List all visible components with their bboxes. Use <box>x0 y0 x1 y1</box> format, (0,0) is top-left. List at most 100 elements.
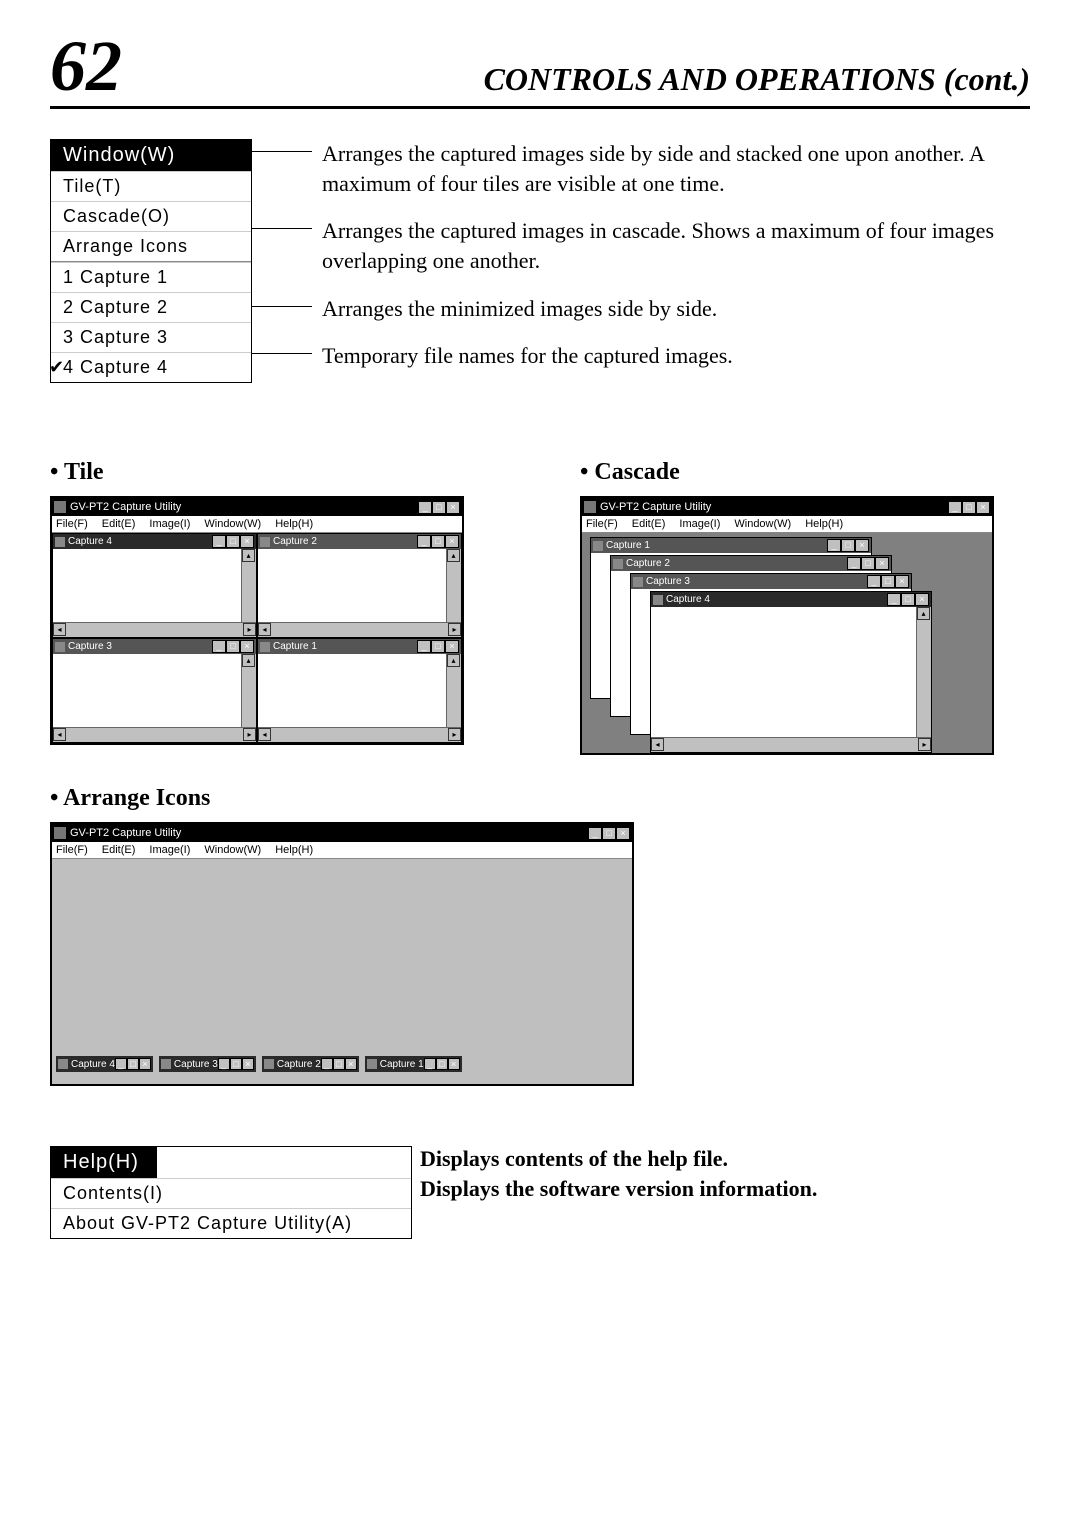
child-maximize[interactable]: □ <box>861 557 875 570</box>
child-maximize[interactable]: □ <box>226 535 240 548</box>
close-button[interactable]: × <box>976 501 990 514</box>
maximize-button[interactable]: □ <box>602 827 616 840</box>
child-title: Capture 3 <box>68 641 212 652</box>
app-title: GV-PT2 Capture Utility <box>70 501 418 513</box>
tile-example-window: GV-PT2 Capture Utility _ □ × File(F) Edi… <box>50 496 464 745</box>
minimize-button[interactable]: _ <box>588 827 602 840</box>
child-maximize[interactable]: □ <box>431 535 445 548</box>
menu-help[interactable]: Help(H) <box>805 518 843 530</box>
desc-tile: Arranges the captured images side by sid… <box>322 141 984 196</box>
minimize-button[interactable]: _ <box>418 501 432 514</box>
child-title: Capture 1 <box>273 641 417 652</box>
menu-image[interactable]: Image(I) <box>149 844 190 856</box>
child-title: Capture 3 <box>646 576 867 587</box>
child-minimize[interactable]: _ <box>212 535 226 548</box>
child-minimize[interactable]: _ <box>212 640 226 653</box>
menubar: File(F) Edit(E) Image(I) Window(W) Help(… <box>52 842 632 859</box>
subheading-arrange: Arrange Icons <box>50 785 1030 812</box>
maximize-button[interactable]: □ <box>962 501 976 514</box>
horizontal-scrollbar[interactable]: ◂▸ <box>53 727 256 742</box>
arrange-example-window: GV-PT2 Capture Utility _ □ × File(F) Edi… <box>50 822 634 1086</box>
menu-item-capture1[interactable]: 1 Capture 1 <box>51 262 251 292</box>
child-maximize[interactable]: □ <box>226 640 240 653</box>
horizontal-scrollbar[interactable]: ◂▸ <box>258 727 461 742</box>
child-maximize[interactable]: □ <box>431 640 445 653</box>
page-number: 62 <box>50 30 122 102</box>
child-minimize[interactable]: _ <box>847 557 861 570</box>
menu-window[interactable]: Window(W) <box>204 518 261 530</box>
child-minimize[interactable]: _ <box>867 575 881 588</box>
child-minimize[interactable]: _ <box>417 535 431 548</box>
child-close[interactable]: × <box>895 575 909 588</box>
child-close[interactable]: × <box>915 593 929 606</box>
close-button[interactable]: × <box>616 827 630 840</box>
menu-help[interactable]: Help(H) <box>275 518 313 530</box>
menu-file[interactable]: File(F) <box>56 844 88 856</box>
help-desc-contents: Displays contents of the help file. <box>420 1146 1030 1172</box>
minimized-capture1[interactable]: Capture 1_□× <box>365 1056 462 1072</box>
menu-file[interactable]: File(F) <box>56 518 88 530</box>
app-icon <box>584 501 596 513</box>
menu-image[interactable]: Image(I) <box>149 518 190 530</box>
child-minimize[interactable]: _ <box>827 539 841 552</box>
menu-item-capture3[interactable]: 3 Capture 3 <box>51 322 251 352</box>
app-title: GV-PT2 Capture Utility <box>70 827 588 839</box>
child-close[interactable]: × <box>875 557 889 570</box>
app-icon <box>54 827 66 839</box>
vertical-scrollbar[interactable]: ▴▾ <box>916 607 931 752</box>
app-icon <box>54 501 66 513</box>
child-title: Capture 1 <box>606 540 827 551</box>
page-title: CONTROLS AND OPERATIONS (cont.) <box>484 61 1030 98</box>
menu-edit[interactable]: Edit(E) <box>632 518 666 530</box>
child-close[interactable]: × <box>855 539 869 552</box>
menu-help[interactable]: Help(H) <box>275 844 313 856</box>
menu-item-capture2[interactable]: 2 Capture 2 <box>51 292 251 322</box>
menu-image[interactable]: Image(I) <box>679 518 720 530</box>
menu-file[interactable]: File(F) <box>586 518 618 530</box>
menu-item-arrange-icons[interactable]: Arrange Icons <box>51 231 251 261</box>
minimized-capture3[interactable]: Capture 3_□× <box>159 1056 256 1072</box>
child-minimize[interactable]: _ <box>417 640 431 653</box>
desc-cascade: Arranges the captured images in cascade.… <box>322 218 994 273</box>
subheading-tile: Tile <box>50 459 500 486</box>
help-menu: Help(H) Contents(I) About GV-PT2 Capture… <box>50 1146 412 1239</box>
horizontal-scrollbar[interactable]: ◂▸ <box>53 622 256 637</box>
child-minimize[interactable]: _ <box>887 593 901 606</box>
menubar: File(F) Edit(E) Image(I) Window(W) Help(… <box>52 516 462 533</box>
maximize-button[interactable]: □ <box>432 501 446 514</box>
horizontal-scrollbar[interactable]: ◂▸ <box>258 622 461 637</box>
child-maximize[interactable]: □ <box>901 593 915 606</box>
minimize-button[interactable]: _ <box>948 501 962 514</box>
menu-item-tile[interactable]: Tile(T) <box>51 171 251 201</box>
horizontal-scrollbar[interactable]: ◂▸ <box>651 737 931 752</box>
help-desc-about: Displays the software version informatio… <box>420 1176 1030 1202</box>
child-title: Capture 4 <box>666 594 887 605</box>
window-menu: Window(W) Tile(T) Cascade(O) Arrange Ico… <box>50 139 252 383</box>
child-title: Capture 4 <box>68 536 212 547</box>
menu-window[interactable]: Window(W) <box>734 518 791 530</box>
child-close[interactable]: × <box>240 640 254 653</box>
child-close[interactable]: × <box>445 535 459 548</box>
minimized-capture4[interactable]: Capture 4_□× <box>56 1056 153 1072</box>
child-maximize[interactable]: □ <box>881 575 895 588</box>
app-title: GV-PT2 Capture Utility <box>600 501 948 513</box>
child-title: Capture 2 <box>626 558 847 569</box>
close-button[interactable]: × <box>446 501 460 514</box>
child-close[interactable]: × <box>240 535 254 548</box>
subheading-cascade: Cascade <box>580 459 1030 486</box>
child-close[interactable]: × <box>445 640 459 653</box>
menu-window[interactable]: Window(W) <box>204 844 261 856</box>
child-title: Capture 2 <box>273 536 417 547</box>
child-maximize[interactable]: □ <box>841 539 855 552</box>
menu-edit[interactable]: Edit(E) <box>102 518 136 530</box>
menu-item-capture4[interactable]: 4 Capture 4 <box>51 352 251 382</box>
help-item-contents[interactable]: Contents(I) <box>51 1178 411 1208</box>
menu-edit[interactable]: Edit(E) <box>102 844 136 856</box>
menu-descriptions: Arranges the captured images side by sid… <box>322 139 1030 389</box>
help-menu-title: Help(H) <box>51 1147 157 1178</box>
menu-item-cascade[interactable]: Cascade(O) <box>51 201 251 231</box>
help-item-about[interactable]: About GV-PT2 Capture Utility(A) <box>51 1208 411 1238</box>
desc-arrange: Arranges the minimized images side by si… <box>322 296 717 321</box>
minimized-capture2[interactable]: Capture 2_□× <box>262 1056 359 1072</box>
desc-captures: Temporary file names for the captured im… <box>322 343 733 368</box>
